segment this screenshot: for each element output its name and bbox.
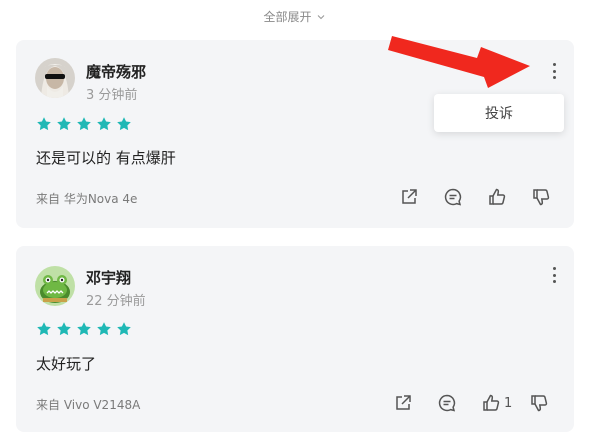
share-button[interactable] [392, 392, 414, 414]
dislike-button[interactable] [530, 186, 552, 208]
star-rating [36, 321, 132, 337]
expand-all-label: 全部展开 [263, 10, 312, 24]
like-button[interactable]: 1 [480, 392, 512, 414]
share-icon [402, 189, 417, 204]
review-card: 魔帝殇邪 3 分钟前 还是可以的 有点爆肝 来自 华为Nova 4e [16, 40, 574, 228]
review-list-page: 全部展开 魔帝殇邪 3 分钟前 还是可以的 有点爆肝 来自 华为Nova 4e [0, 0, 589, 441]
comment-button[interactable] [442, 186, 464, 208]
device-source: 来自 华为Nova 4e [36, 192, 138, 206]
device-source: 来自 Vivo V2148A [36, 398, 141, 412]
share-icon [396, 395, 411, 410]
more-options-button[interactable] [549, 63, 559, 79]
username[interactable]: 邓宇翔 [86, 267, 131, 288]
like-count: 1 [504, 395, 513, 411]
avatar[interactable] [35, 266, 75, 306]
expand-all-toggle[interactable]: 全部展开 [0, 8, 589, 25]
thumbs-down-icon [533, 189, 550, 206]
review-time: 22 分钟前 [86, 294, 146, 309]
thumbs-up [480, 392, 502, 414]
review-text: 太好玩了 [36, 355, 97, 373]
star-icon [57, 117, 71, 131]
star-icon [117, 322, 131, 336]
comment-icon [438, 394, 456, 412]
username[interactable]: 魔帝殇邪 [86, 61, 146, 82]
more-options-button[interactable] [549, 267, 559, 283]
star-icon [37, 117, 51, 131]
star-icon [77, 322, 91, 336]
share-button[interactable] [398, 186, 420, 208]
like-button[interactable] [486, 186, 508, 208]
thumbs-up-icon [489, 188, 506, 205]
star-icon [97, 322, 111, 336]
dislike-button[interactable] [528, 392, 550, 414]
review-actions: 1 [392, 392, 550, 414]
star-icon [37, 322, 51, 336]
comment-button[interactable] [436, 392, 458, 414]
review-card: 邓宇翔 22 分钟前 太好玩了 来自 Vivo V2148A 1 [16, 246, 574, 432]
thumbs-down-icon [531, 395, 548, 412]
star-icon [57, 322, 71, 336]
chevron-down-icon [317, 14, 324, 19]
thumbs-up-icon [483, 394, 500, 411]
comment-icon [444, 188, 462, 206]
review-actions [398, 186, 552, 208]
star-icon [117, 117, 131, 131]
avatar[interactable] [35, 58, 75, 98]
complain-menu-item[interactable]: 投诉 [434, 94, 564, 132]
star-icon [77, 117, 91, 131]
review-time: 3 分钟前 [86, 88, 138, 103]
star-icon [97, 117, 111, 131]
review-text: 还是可以的 有点爆肝 [36, 149, 176, 167]
star-rating [36, 116, 132, 132]
complain-label: 投诉 [485, 106, 513, 122]
